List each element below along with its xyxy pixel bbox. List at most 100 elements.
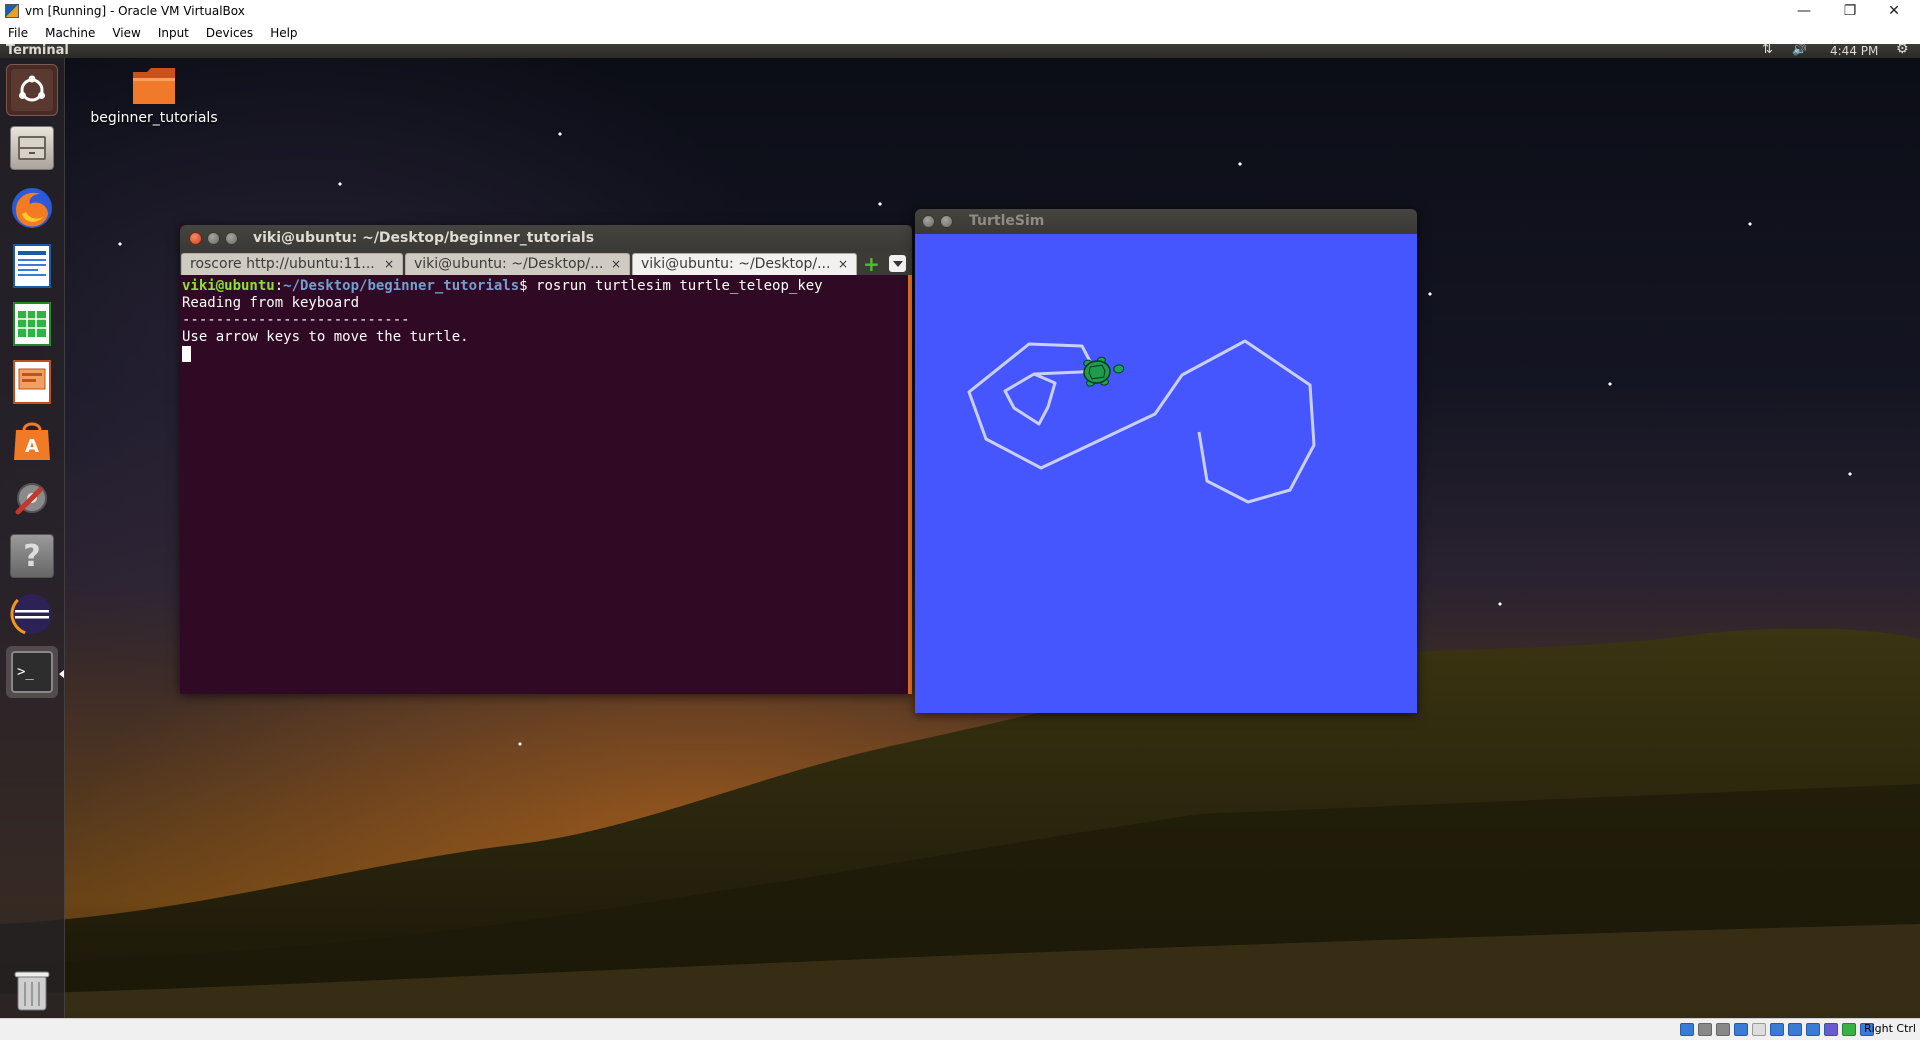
host-key-label: Right Ctrl (1863, 1022, 1916, 1035)
terminal-minimize-icon[interactable] (207, 232, 220, 245)
turtlesim-window: TurtleSim (915, 209, 1417, 713)
launcher-software[interactable]: A (6, 414, 58, 466)
writer-document-icon (13, 244, 51, 288)
network-icon[interactable]: ⇅ (1762, 44, 1773, 57)
minimize-icon[interactable]: — (1784, 0, 1824, 22)
audio-indicator-icon[interactable] (1716, 1023, 1730, 1036)
terminal-tab-2[interactable]: viki@ubuntu: ~/Desktop/... × (405, 253, 630, 275)
active-window-indicator (59, 670, 64, 678)
terminal-prompt-icon: >_ (11, 651, 53, 693)
launcher-trash[interactable] (6, 964, 58, 1016)
svg-text:A: A (25, 436, 39, 457)
prompt-separator: : (274, 278, 284, 294)
volume-icon[interactable]: 🔊 (1792, 44, 1807, 56)
ubuntu-top-panel: Terminal ⇅ 🔊 4:44 PM ⚙ (0, 44, 1920, 58)
launcher-settings[interactable] (6, 472, 58, 524)
turtle-trail-inner (1003, 370, 1081, 426)
turtle-trail-outer (967, 339, 1316, 504)
prompt-command: $ rosrun turtlesim turtle_teleop_key (519, 278, 823, 294)
tab-label: roscore http://ubuntu:11... (190, 256, 375, 272)
terminal-tab-bar: roscore http://ubuntu:11... × viki@ubunt… (180, 251, 912, 276)
virtualbox-title-bar: vm [Running] - Oracle VM VirtualBox — ❐ … (0, 0, 1920, 22)
virtualbox-logo-icon (5, 4, 19, 18)
output-line: --------------------------- (182, 312, 410, 328)
menu-help[interactable]: Help (262, 26, 306, 40)
output-line: Reading from keyboard (182, 295, 360, 311)
virtualbox-menu-bar: File Machine View Input Devices Help (0, 22, 1920, 44)
terminal-title: viki@ubuntu: ~/Desktop/beginner_tutorial… (253, 230, 595, 246)
menu-machine[interactable]: Machine (37, 26, 104, 40)
active-app-name: Terminal (6, 44, 69, 58)
hdd-indicator-icon[interactable] (1680, 1023, 1694, 1036)
launcher-calc[interactable] (6, 298, 58, 350)
launcher-eclipse[interactable] (6, 588, 58, 640)
launcher-writer[interactable] (6, 240, 58, 292)
turtlesim-minimize-icon[interactable] (940, 215, 953, 228)
terminal-window: viki@ubuntu: ~/Desktop/beginner_tutorial… (180, 225, 912, 694)
turtlesim-title: TurtleSim (969, 213, 1045, 229)
files-drawer-icon (18, 136, 46, 160)
virtualbox-status-bar: Right Ctrl (0, 1018, 1920, 1040)
folder-icon (133, 68, 175, 104)
launcher-files[interactable] (6, 122, 58, 174)
turtlesim-canvas[interactable] (915, 234, 1417, 713)
guest-desktop: Terminal ⇅ 🔊 4:44 PM ⚙ A ? >_ beginner_t… (0, 44, 1920, 1018)
terminal-tab-3-active[interactable]: viki@ubuntu: ~/Desktop/... × (632, 253, 857, 275)
display-indicator-icon[interactable] (1788, 1023, 1802, 1036)
turtle-trail (967, 339, 1316, 504)
new-tab-plus-icon[interactable]: + (863, 252, 880, 276)
terminal-tab-roscore[interactable]: roscore http://ubuntu:11... × (181, 253, 403, 275)
tab-label: viki@ubuntu: ~/Desktop/... (641, 256, 831, 272)
trash-icon (14, 971, 50, 1011)
terminal-output[interactable]: viki@ubuntu:~/Desktop/beginner_tutorials… (180, 275, 908, 694)
recording-indicator-icon[interactable] (1806, 1023, 1820, 1036)
launcher-firefox[interactable] (6, 182, 58, 234)
clock[interactable]: 4:44 PM (1830, 44, 1878, 58)
turtlesim-title-bar[interactable]: TurtleSim (915, 209, 1417, 234)
optical-indicator-icon[interactable] (1698, 1023, 1712, 1036)
prompt-user: viki@ubuntu (182, 278, 275, 294)
mouse-integration-icon[interactable] (1842, 1023, 1856, 1036)
network-indicator-icon[interactable] (1734, 1023, 1748, 1036)
tab-close-icon[interactable]: × (611, 254, 621, 275)
prompt-path: ~/Desktop/beginner_tutorials (283, 278, 520, 294)
menu-view[interactable]: View (104, 26, 149, 40)
tab-list-button[interactable] (889, 255, 906, 272)
chevron-down-icon (893, 261, 903, 267)
prompt-line: viki@ubuntu:~/Desktop/beginner_tutorials… (182, 278, 908, 295)
desktop-folder[interactable]: beginner_tutorials (84, 66, 224, 126)
eclipse-icon (10, 592, 54, 636)
window-title: vm [Running] - Oracle VM VirtualBox (25, 4, 245, 18)
tab-close-icon[interactable]: × (838, 254, 848, 275)
gear-icon[interactable]: ⚙ (1896, 44, 1909, 57)
menu-input[interactable]: Input (150, 26, 198, 40)
menu-devices[interactable]: Devices (198, 26, 262, 40)
terminal-title-bar[interactable]: viki@ubuntu: ~/Desktop/beginner_tutorial… (180, 225, 912, 251)
usb-indicator-icon[interactable] (1752, 1023, 1766, 1036)
help-question-icon: ? (10, 534, 54, 578)
firefox-icon (12, 188, 52, 228)
menu-file[interactable]: File (0, 26, 37, 40)
restore-icon[interactable]: ❐ (1830, 0, 1870, 22)
impress-presentation-icon (13, 360, 51, 404)
unity-launcher: A ? >_ (0, 58, 65, 1018)
launcher-help[interactable]: ? (6, 530, 58, 582)
shared-folders-indicator-icon[interactable] (1770, 1023, 1784, 1036)
calc-spreadsheet-icon (13, 302, 51, 346)
turtlesim-close-icon[interactable] (922, 215, 935, 228)
shopping-bag-icon: A (14, 422, 50, 460)
launcher-dash[interactable] (6, 64, 58, 116)
terminal-close-icon[interactable] (189, 232, 202, 245)
output-line: Use arrow keys to move the turtle. (182, 329, 469, 345)
launcher-impress[interactable] (6, 356, 58, 408)
close-icon[interactable]: ✕ (1874, 0, 1914, 22)
folder-label: beginner_tutorials (90, 110, 218, 126)
terminal-maximize-icon[interactable] (225, 232, 238, 245)
cpu-indicator-icon[interactable] (1824, 1023, 1838, 1036)
launcher-terminal[interactable]: >_ (6, 646, 58, 698)
tab-close-icon[interactable]: × (384, 254, 394, 275)
settings-wrench-icon (15, 483, 47, 515)
text-cursor (182, 346, 191, 362)
terminal-scrollbar[interactable] (908, 275, 912, 694)
ubuntu-logo-icon (19, 75, 45, 102)
